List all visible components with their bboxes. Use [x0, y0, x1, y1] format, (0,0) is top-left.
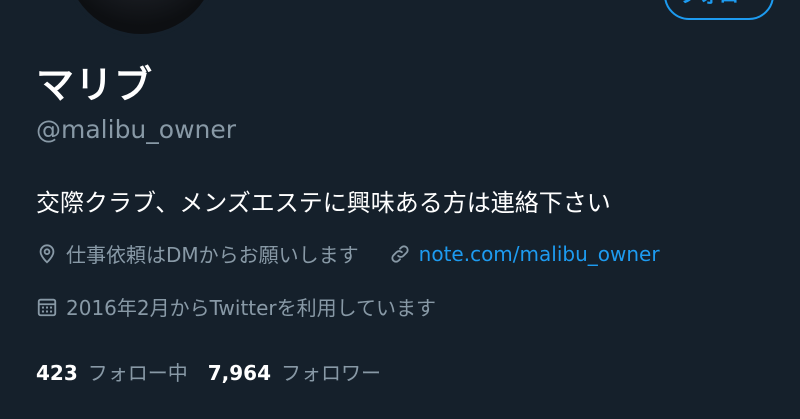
- follow-stats: 423 フォロー中 7,964 フォロワー: [36, 357, 381, 386]
- followers-stat[interactable]: 7,964 フォロワー: [208, 357, 381, 386]
- follow-button[interactable]: フォロー: [664, 0, 774, 20]
- profile-location: 仕事依頼はDMからお願いします: [36, 239, 359, 268]
- user-handle: @malibu_owner: [36, 115, 237, 144]
- profile-bio: 交際クラブ、メンズエステに興味ある方は連絡下さい: [36, 189, 611, 217]
- followers-label: フォロワー: [281, 361, 382, 385]
- followers-count: 7,964: [207, 361, 272, 385]
- link-icon: [391, 244, 409, 263]
- location-pin-icon: [39, 243, 55, 263]
- location-text: 仕事依頼はDMからお願いします: [66, 243, 359, 267]
- profile-website[interactable]: note.com/malibu_owner: [389, 242, 660, 266]
- profile-meta-row: 仕事依頼はDMからお願いします note.com/malibu_owner: [36, 239, 660, 268]
- profile-join-date: 2016年2月からTwitterを利用しています: [36, 292, 436, 321]
- following-label: フォロー中: [87, 361, 188, 385]
- following-stat[interactable]: 423 フォロー中: [36, 357, 188, 386]
- display-name: マリブ: [36, 63, 154, 107]
- calendar-icon: [37, 298, 57, 316]
- avatar[interactable]: [62, 0, 220, 38]
- following-count: 423: [36, 361, 78, 385]
- profile-join-row: 2016年2月からTwitterを利用しています: [36, 292, 436, 321]
- website-link[interactable]: note.com/malibu_owner: [419, 242, 660, 266]
- join-date-text: 2016年2月からTwitterを利用しています: [66, 296, 437, 320]
